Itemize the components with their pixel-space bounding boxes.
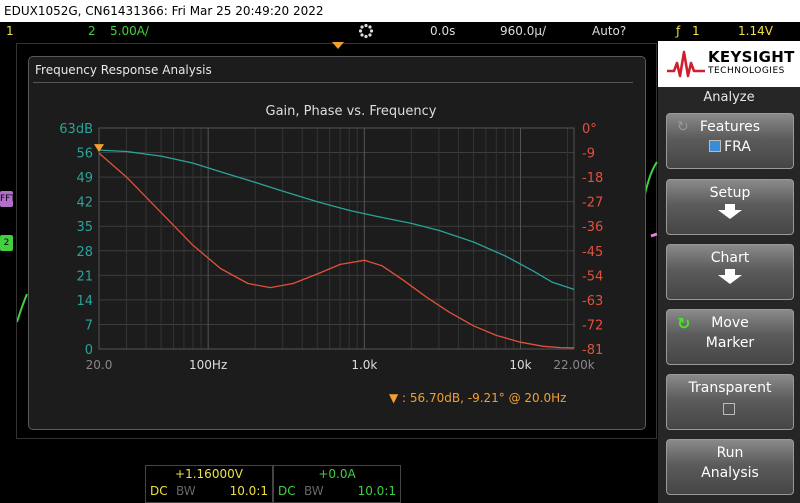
- gain-trace: [98, 149, 575, 291]
- chart-label: Chart: [710, 250, 750, 266]
- trigger-source[interactable]: 1: [692, 22, 700, 41]
- y-right-tick-label: -63: [582, 294, 603, 309]
- features-softkey[interactable]: ↻ Features FRA: [666, 113, 794, 169]
- ch2-bw-limit: BW: [304, 484, 324, 498]
- trigger-slope-icon[interactable]: ƒ: [676, 22, 680, 41]
- y-left-tick-label: 0: [85, 343, 93, 358]
- transparent-checkbox-icon: [723, 403, 735, 415]
- ch2-indicator[interactable]: 2: [88, 22, 96, 41]
- move-marker-softkey[interactable]: ↻ Move Marker: [666, 309, 794, 365]
- move-marker-label-1: Move: [711, 315, 749, 331]
- y-left-tick-label: 14: [76, 294, 93, 309]
- y-left-tick-label: 49: [76, 171, 93, 186]
- y-left-tick-label: 21: [76, 269, 93, 284]
- window-title: EDUX1052G, CN61431366: Fri Mar 25 20:49:…: [0, 0, 800, 22]
- fra-panel: Frequency Response Analysis Gain, Phase …: [28, 56, 646, 430]
- submenu-arrow-icon: [718, 269, 742, 284]
- y-right-tick-label: -81: [582, 343, 603, 358]
- setup-label: Setup: [709, 185, 751, 201]
- menu-title: Analyze: [703, 90, 755, 105]
- y-right-tick-label: -45: [582, 245, 603, 260]
- y-right-tick-label: -72: [582, 318, 603, 333]
- y-left-tick-label: 56: [76, 147, 93, 162]
- channel-info-bar: +1.16000V DC BW 10.0:1 +0.0A DC BW 10.0:…: [0, 465, 658, 503]
- y-right-tick-label: -27: [582, 196, 603, 211]
- ch1-info-box[interactable]: +1.16000V DC BW 10.0:1: [145, 465, 273, 503]
- transparent-softkey[interactable]: Transparent: [666, 374, 794, 430]
- run-status-icon: [358, 23, 374, 39]
- y-right-tick-label: -18: [582, 171, 603, 186]
- x-tick-label: 20.0: [86, 358, 113, 372]
- y-left-tick-label: 35: [76, 220, 93, 235]
- keysight-logo: KEYSIGHT TECHNOLOGIES: [658, 41, 800, 87]
- chart-softkey[interactable]: Chart: [666, 244, 794, 300]
- marker-readout-value: 56.70dB, -9.21° @ 20.0Hz: [409, 391, 567, 405]
- x-tick-label: 10k: [509, 358, 531, 372]
- chart-series: [98, 149, 575, 349]
- ch2-ground-marker[interactable]: 2: [0, 235, 13, 251]
- trigger-position-marker[interactable]: [332, 42, 344, 49]
- run-analysis-label-2: Analysis: [701, 465, 759, 481]
- submenu-arrow-icon: [718, 204, 742, 219]
- time-scale[interactable]: 960.0µ/: [500, 22, 546, 41]
- ch1-offset: +1.16000V: [175, 467, 243, 481]
- fra-checkbox-icon: [709, 140, 722, 152]
- math-channel-marker[interactable]: FFT: [0, 191, 16, 207]
- ch1-bw-limit: BW: [176, 484, 196, 498]
- y-right-tick-label: -36: [582, 220, 603, 235]
- keysight-wave-icon: [667, 50, 705, 78]
- trigger-mode[interactable]: Auto?: [592, 22, 626, 41]
- y-right-tick-label: 0°: [582, 122, 597, 137]
- brand-subtitle: TECHNOLOGIES: [708, 66, 785, 76]
- ch2-coupling: DC: [278, 484, 296, 498]
- trigger-level[interactable]: 1.14V: [738, 22, 773, 41]
- chart-axes: 63dB 56 49 42 35 28 21 14 7 0 0° -9 -18 -27 -36 -45 -54 -…: [59, 122, 603, 372]
- y-left-tick-label: 63dB: [59, 122, 93, 137]
- x-tick-label: 22.00k: [553, 358, 594, 372]
- features-value: FRA: [667, 139, 793, 155]
- softkey-sidebar: KEYSIGHT TECHNOLOGIES Analyze ↻ Features…: [658, 41, 800, 503]
- y-left-tick-label: 7: [85, 318, 93, 333]
- marker-readout-icon: ▼ :: [389, 391, 410, 405]
- features-label: Features: [699, 119, 761, 135]
- y-left-tick-label: 42: [76, 196, 93, 211]
- fra-chart[interactable]: Gain, Phase vs. Frequency 63dB 56 49 42 35 28…: [29, 57, 645, 429]
- brand-name: KEYSIGHT: [708, 48, 795, 66]
- ch2-offset: +0.0A: [318, 467, 356, 481]
- transparent-label: Transparent: [688, 380, 772, 396]
- marker-readout: ▼ : 56.70dB, -9.21° @ 20.0Hz: [389, 391, 566, 405]
- ch1-indicator[interactable]: 1: [6, 22, 14, 41]
- setup-softkey[interactable]: Setup: [666, 179, 794, 235]
- ch2-probe: 10.0:1: [357, 484, 396, 498]
- ch2-info-box[interactable]: +0.0A DC BW 10.0:1: [273, 465, 401, 503]
- ch1-probe: 10.0:1: [229, 484, 268, 498]
- y-right-tick-label: -54: [582, 269, 603, 284]
- y-left-tick-label: 28: [76, 245, 93, 260]
- run-analysis-softkey[interactable]: Run Analysis: [666, 439, 794, 495]
- chart-title: Gain, Phase vs. Frequency: [266, 104, 437, 119]
- x-tick-label: 1.0k: [351, 358, 377, 372]
- plot-border: [98, 127, 575, 350]
- run-analysis-label-1: Run: [716, 445, 744, 461]
- x-tick-label: 100Hz: [189, 358, 227, 372]
- status-bar: 1 2 5.00A/ 0.0s 960.0µ/ Auto? ƒ 1 1.14V: [0, 22, 773, 41]
- move-marker-label-2: Marker: [705, 335, 755, 351]
- chart-grid: [98, 127, 575, 350]
- time-position[interactable]: 0.0s: [430, 22, 455, 41]
- y-right-tick-label: -9: [582, 147, 595, 162]
- ch1-coupling: DC: [150, 484, 168, 498]
- ch2-scale[interactable]: 5.00A/: [110, 22, 149, 41]
